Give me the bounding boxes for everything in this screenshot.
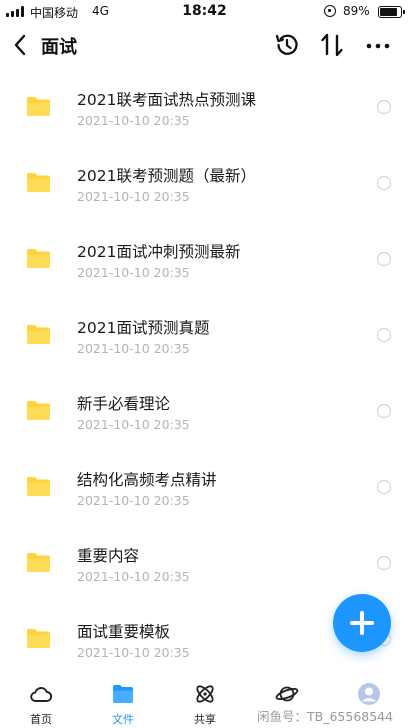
select-radio[interactable] xyxy=(377,404,391,418)
status-bar: 中国移动 4G 18:42 89% xyxy=(0,0,409,24)
select-radio[interactable] xyxy=(377,480,391,494)
file-date: 2021-10-10 20:35 xyxy=(77,189,190,204)
battery-icon xyxy=(378,6,405,18)
select-radio[interactable] xyxy=(377,556,391,570)
file-name: 2021联考面试热点预测课 xyxy=(77,91,256,109)
folder-icon xyxy=(27,325,50,344)
file-date: 2021-10-10 20:35 xyxy=(77,493,190,508)
chevron-left-icon[interactable] xyxy=(8,32,34,58)
planet-icon xyxy=(275,686,299,702)
file-item[interactable]: 2021联考面试热点预测课 2021-10-10 20:35 xyxy=(0,66,409,142)
tab-share[interactable]: 共享 xyxy=(164,674,246,728)
add-button[interactable] xyxy=(333,594,391,652)
folder-icon xyxy=(27,97,50,116)
watermark-text: 闲鱼号：TB_65568544 xyxy=(257,709,394,724)
rotation-lock-icon xyxy=(324,5,336,17)
file-name: 2021面试预测真题 xyxy=(77,319,210,337)
file-date: 2021-10-10 20:35 xyxy=(77,265,190,280)
file-item[interactable]: 2021面试预测真题 2021-10-10 20:35 xyxy=(0,294,409,370)
file-name: 2021面试冲刺预测最新 xyxy=(77,243,241,261)
file-name: 重要内容 xyxy=(77,547,140,565)
file-date: 2021-10-10 20:35 xyxy=(77,569,190,584)
tab-home[interactable]: 首页 xyxy=(0,674,82,728)
folder-icon xyxy=(27,477,50,496)
file-name: 2021联考预测题（最新） xyxy=(77,167,256,185)
tab-label: 共享 xyxy=(194,713,216,726)
sort-icon[interactable] xyxy=(317,30,347,60)
battery-percent: 89% xyxy=(343,4,370,18)
atom-icon xyxy=(196,685,214,703)
file-date: 2021-10-10 20:35 xyxy=(77,113,190,128)
select-radio[interactable] xyxy=(377,176,391,190)
folder-icon xyxy=(113,685,133,703)
more-icon[interactable] xyxy=(363,30,393,60)
file-item[interactable]: 2021面试冲刺预测最新 2021-10-10 20:35 xyxy=(0,218,409,294)
file-item[interactable]: 新手必看理论 2021-10-10 20:35 xyxy=(0,370,409,446)
tab-files[interactable]: 文件 xyxy=(82,674,164,728)
tab-label: 首页 xyxy=(30,713,52,726)
history-icon[interactable] xyxy=(272,30,302,60)
file-name: 结构化高频考点精讲 xyxy=(77,471,217,489)
folder-icon xyxy=(27,401,50,420)
file-item[interactable]: 结构化高频考点精讲 2021-10-10 20:35 xyxy=(0,446,409,522)
folder-icon xyxy=(27,629,50,648)
file-date: 2021-10-10 20:35 xyxy=(77,645,190,660)
select-radio[interactable] xyxy=(377,252,391,266)
tab-label: 文件 xyxy=(112,713,134,726)
file-list: 2021联考面试热点预测课 2021-10-10 20:35 2021联考预测题… xyxy=(0,66,409,674)
select-radio[interactable] xyxy=(377,100,391,114)
file-name: 新手必看理论 xyxy=(77,395,171,413)
select-radio[interactable] xyxy=(377,328,391,342)
folder-icon xyxy=(27,553,50,572)
battery-fill xyxy=(380,8,397,16)
file-item[interactable]: 重要内容 2021-10-10 20:35 xyxy=(0,522,409,598)
file-item[interactable]: 2021联考预测题（最新） 2021-10-10 20:35 xyxy=(0,142,409,218)
file-name: 面试重要模板 xyxy=(77,623,171,641)
page-title: 面试 xyxy=(41,37,77,58)
file-date: 2021-10-10 20:35 xyxy=(77,417,190,432)
file-date: 2021-10-10 20:35 xyxy=(77,341,190,356)
cloud-icon xyxy=(30,687,53,702)
folder-icon xyxy=(27,173,50,192)
nav-header: 面试 xyxy=(0,26,409,66)
avatar-icon xyxy=(358,683,380,705)
folder-icon xyxy=(27,249,50,268)
